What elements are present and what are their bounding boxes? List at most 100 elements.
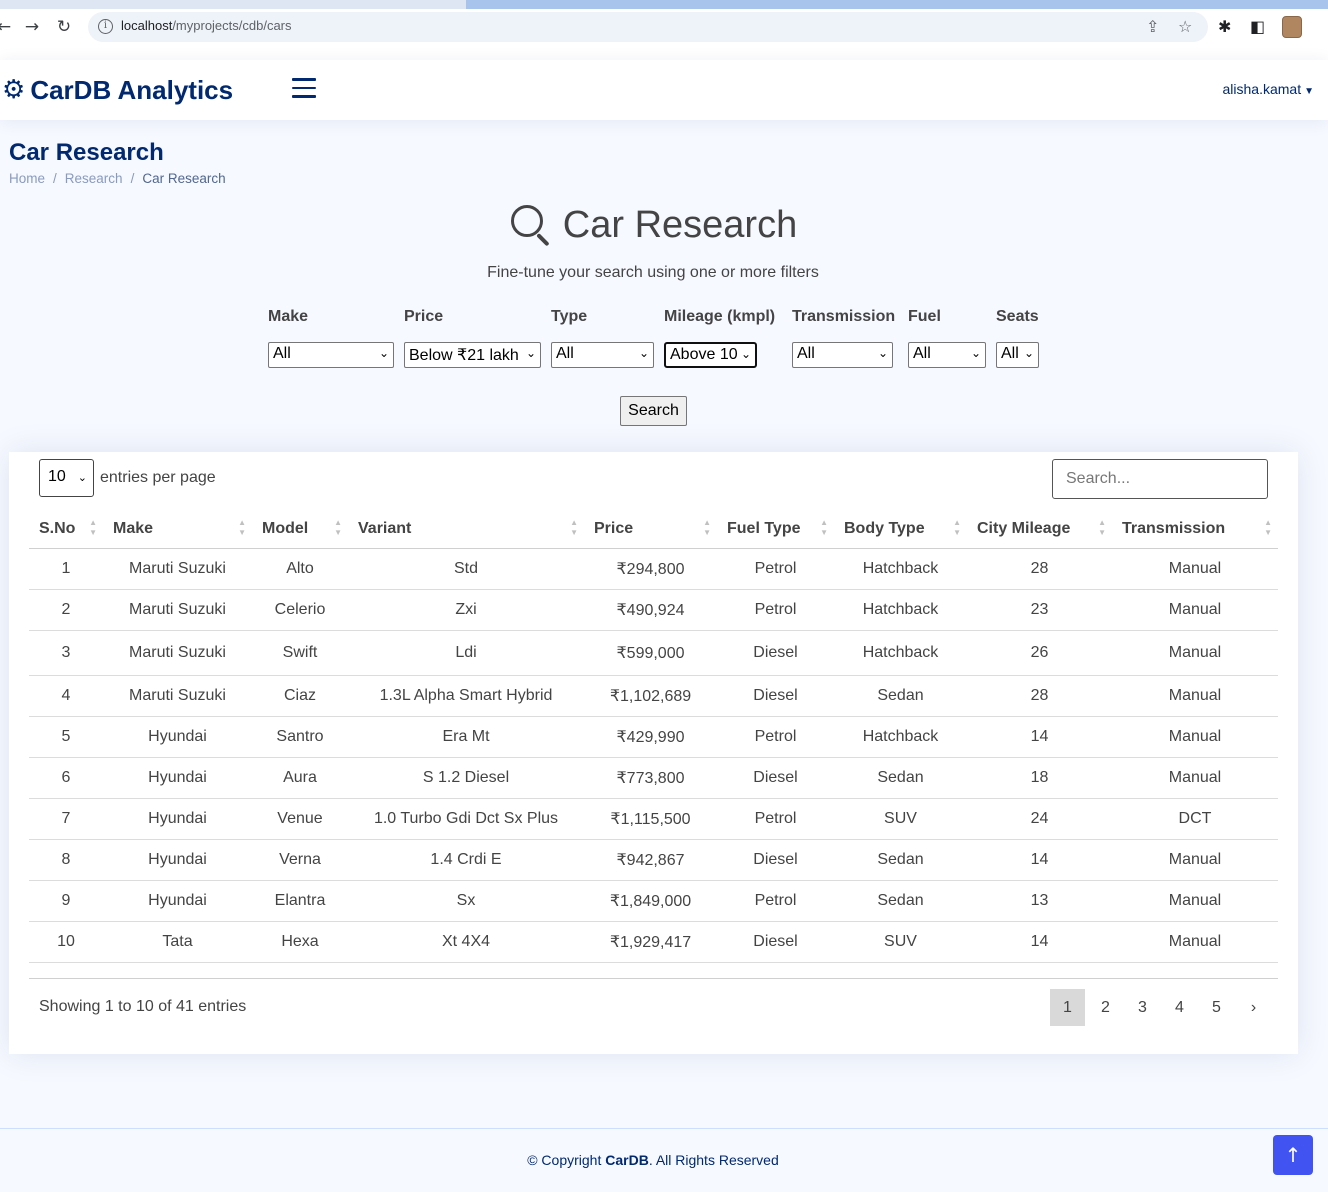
address-bar[interactable]: i localhost/myprojects/cdb/cars ⇪ ☆	[88, 12, 1208, 42]
page-1-button[interactable]: 1	[1050, 989, 1085, 1026]
table-cell: Era Mt	[348, 716, 584, 758]
transmission-select[interactable]: All ⌄	[792, 342, 893, 368]
table-divider	[29, 978, 1278, 979]
table-cell: Petrol	[717, 589, 834, 631]
url-text[interactable]: localhost/myprojects/cdb/cars	[121, 18, 292, 33]
active-tab-edge[interactable]	[466, 0, 1328, 9]
pagination: 1 2 3 4 5 ›	[1050, 989, 1272, 1026]
table-cell: Swift	[252, 630, 348, 676]
table-cell: Manual	[1112, 716, 1278, 758]
filter-label: Seats	[996, 308, 1039, 325]
table-row: 1 Maruti Suzuki Alto Std ₹294,800 Petrol Hatch…	[29, 548, 1278, 590]
col-header-transmission[interactable]: Transmission ▲ ▼	[1112, 510, 1278, 549]
page-4-button[interactable]: 4	[1161, 989, 1198, 1026]
back-to-top-button[interactable]: ↑	[1273, 1135, 1313, 1175]
table-cell: Diesel	[717, 921, 834, 963]
page-2-button[interactable]: 2	[1087, 989, 1124, 1026]
filter-label: Type	[551, 308, 588, 325]
research-title: Car Research	[562, 203, 798, 246]
table-cell: 1.3L Alpha Smart Hybrid	[348, 675, 584, 717]
table-cell: Venue	[252, 798, 348, 840]
filter-label: Make	[268, 308, 309, 325]
table-search-input[interactable]: Search...	[1052, 459, 1268, 499]
col-header-make[interactable]: Make ▲ ▼	[103, 510, 252, 549]
site-info-icon[interactable]: i	[98, 19, 113, 34]
table-cell: ₹429,990	[584, 716, 717, 758]
table-cell: 5	[29, 716, 103, 758]
col-header-price[interactable]: Price ▲ ▼	[584, 510, 717, 549]
col-header-model[interactable]: Model ▲ ▼	[252, 510, 348, 549]
table-cell: 7	[29, 798, 103, 840]
table-cell: 26	[967, 630, 1112, 676]
side-panel-icon[interactable]: ◧	[1250, 17, 1265, 36]
table-cell: Manual	[1112, 675, 1278, 717]
bookmark-star-icon[interactable]: ☆	[1178, 17, 1192, 36]
col-header-body-type[interactable]: Body Type ▲ ▼	[834, 510, 967, 549]
page-3-button[interactable]: 3	[1124, 989, 1161, 1026]
user-menu[interactable]: alisha.kamat ▼	[1223, 81, 1315, 97]
table-cell: 10	[29, 921, 103, 963]
table-cell: Maruti Suzuki	[103, 630, 252, 676]
col-header-fuel-type[interactable]: Fuel Type ▲ ▼	[717, 510, 834, 549]
table-cell: Hyundai	[103, 757, 252, 799]
reload-icon[interactable]: ↻	[54, 17, 74, 37]
research-heading: Car Research	[0, 203, 1306, 251]
fuel-select[interactable]: All ⌄	[908, 342, 986, 368]
table-cell: Santro	[252, 716, 348, 758]
table-cell: Manual	[1112, 630, 1278, 676]
share-icon[interactable]: ⇪	[1146, 17, 1159, 36]
logo[interactable]: ⚙ CarDB Analytics	[2, 73, 233, 107]
price-select[interactable]: Below ₹21 lakh ⌄	[404, 342, 541, 368]
table-cell: ₹490,924	[584, 589, 717, 631]
table-cell: ₹773,800	[584, 757, 717, 799]
forward-icon[interactable]: →	[22, 17, 42, 37]
table-cell: Diesel	[717, 757, 834, 799]
bookmarks-bar	[0, 45, 1328, 60]
breadcrumb-home[interactable]: Home	[9, 171, 45, 186]
table-cell: 1.0 Turbo Gdi Dct Sx Plus	[348, 798, 584, 840]
search-button[interactable]: Search	[620, 396, 687, 426]
extensions-puzzle-icon[interactable]: ✱	[1218, 17, 1231, 36]
breadcrumb-research[interactable]: Research	[65, 171, 123, 186]
page-5-button[interactable]: 5	[1198, 989, 1235, 1026]
seats-select[interactable]: All ⌄	[996, 342, 1039, 368]
brand-name: CarDB Analytics	[30, 74, 234, 105]
type-select[interactable]: All ⌄	[551, 342, 654, 368]
table-cell: 1.4 Crdi E	[348, 839, 584, 881]
table-cell: Hatchback	[834, 716, 967, 758]
make-select[interactable]: All ⌄	[268, 342, 394, 368]
back-icon[interactable]: ←	[0, 17, 14, 37]
mileage-select[interactable]: Above 10 ⌄	[664, 342, 757, 368]
table-row: 4 Maruti Suzuki Ciaz 1.3L Alpha Smart Hybri…	[29, 675, 1278, 717]
breadcrumb-separator: /	[130, 171, 135, 186]
table-cell: Verna	[252, 839, 348, 881]
table-row: 2 Maruti Suzuki Celerio Zxi ₹490,924 Petrol Ha…	[29, 589, 1278, 631]
table-cell: DCT	[1112, 798, 1278, 840]
col-header-variant[interactable]: Variant ▲ ▼	[348, 510, 584, 549]
table-header-row: S.No ▲ ▼ Make ▲ ▼ Model ▲ ▼ Variant ▲ ▼ Price ▲ ▼ …	[29, 510, 1278, 549]
table-cell: ₹1,929,417	[584, 921, 717, 963]
table-cell: Hyundai	[103, 880, 252, 922]
per-page-label: entries per page	[100, 469, 216, 486]
sort-icon: ▲ ▼	[703, 518, 711, 537]
browser-profile-avatar[interactable]	[1282, 16, 1302, 38]
col-header-city-mileage[interactable]: City Mileage ▲ ▼	[967, 510, 1112, 549]
table-cell: Aura	[252, 757, 348, 799]
page-title: Car Research	[9, 139, 164, 166]
table-cell: Sedan	[834, 839, 967, 881]
breadcrumb-current: Car Research	[142, 171, 226, 186]
per-page-control: 10 ⌄ entries per page	[39, 459, 216, 497]
col-header-sno[interactable]: S.No ▲ ▼	[29, 510, 103, 549]
sidebar-toggle-icon[interactable]	[292, 78, 318, 102]
next-page-button[interactable]: ›	[1235, 989, 1272, 1026]
table-row: 6 Hyundai Aura S 1.2 Diesel ₹773,800 Diesel Se…	[29, 757, 1278, 799]
filter-seats: Seats All ⌄	[996, 308, 1039, 368]
search-icon	[509, 203, 551, 247]
table-cell: ₹1,102,689	[584, 675, 717, 717]
table-cell: Maruti Suzuki	[103, 589, 252, 631]
table-cell: 6	[29, 757, 103, 799]
table-cell: Tata	[103, 921, 252, 963]
per-page-select[interactable]: 10 ⌄	[39, 459, 94, 497]
table-cell: 18	[967, 757, 1112, 799]
table-cell: 14	[967, 921, 1112, 963]
